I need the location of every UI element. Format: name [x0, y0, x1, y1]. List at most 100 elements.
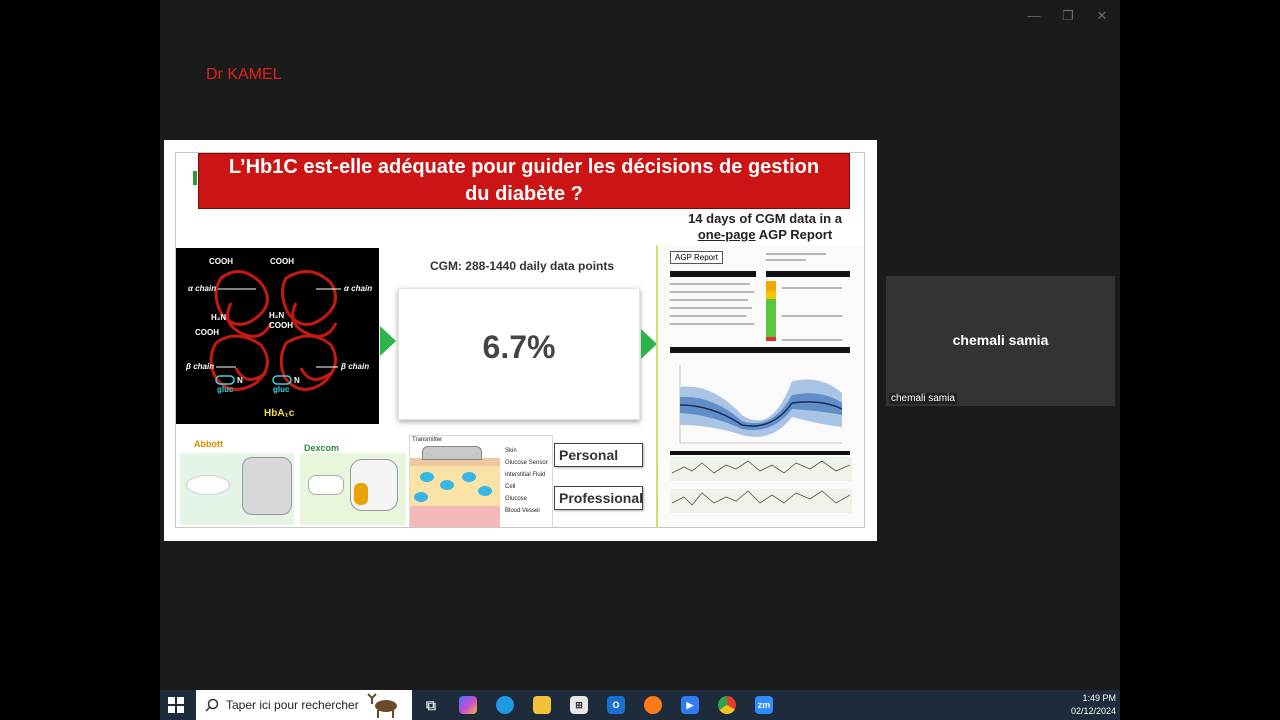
hba-label-n-right: N — [294, 376, 300, 385]
agp-caption-underlined: one-page — [697, 227, 756, 242]
diagram-cell — [462, 472, 476, 482]
personal-box: Personal — [554, 443, 643, 467]
chrome-icon[interactable] — [718, 696, 736, 714]
clock-time: 1:49 PM — [1082, 693, 1116, 703]
store-icon[interactable]: ⊞ — [570, 696, 588, 714]
firefox-icon[interactable] — [644, 696, 662, 714]
agp-text-line — [782, 287, 842, 289]
agp-report-title: AGP Report — [670, 251, 723, 264]
diagram-label-vessel: Blood Vessel — [505, 508, 540, 514]
taskbar-search-box[interactable]: Taper ici pour rechercher — [196, 690, 412, 720]
agp-section-header — [670, 451, 850, 455]
diagram-transmitter — [422, 446, 482, 460]
hba-label-beta-left: β chain — [186, 362, 215, 371]
shared-slide: L’Hb1C est-elle adéquate pour guider les… — [164, 140, 877, 541]
diagram-cell — [414, 492, 428, 502]
arrow-right-icon — [641, 329, 657, 359]
agp-text-line — [670, 299, 748, 301]
hba-label-h2n-left: H₂N — [211, 313, 227, 322]
agp-text-line — [782, 339, 842, 341]
hba-label-gluc-right: gluc — [273, 385, 290, 394]
brand-abbott: Abbott — [194, 439, 223, 449]
search-placeholder: Taper ici pour rechercher — [226, 698, 359, 712]
windows-start-icon[interactable] — [168, 697, 184, 713]
outlook-icon[interactable]: O — [607, 696, 625, 714]
hba-label-cooh-mid-left: COOH — [195, 328, 219, 337]
hba-label-beta-right: β chain — [341, 362, 370, 371]
zoom-icon[interactable]: zm — [755, 696, 773, 714]
diagram-label-transmitter: Transmitter — [412, 437, 443, 443]
hba-label-cooh-left: COOH — [209, 257, 233, 266]
agp-text-line — [766, 259, 806, 261]
diagram-cell — [478, 486, 492, 496]
agp-daily-profiles — [670, 457, 852, 513]
agp-text-line — [670, 323, 754, 325]
hba-label-name: HbA₁c — [264, 408, 295, 419]
diagram-blood-layer — [410, 506, 500, 527]
copilot-icon[interactable] — [459, 696, 477, 714]
agp-section-header — [766, 271, 850, 277]
agp-profile-chart — [679, 365, 843, 444]
abbott-device-photo — [180, 453, 294, 525]
agp-report-thumbnail: AGP Report — [656, 245, 864, 527]
agp-range-low — [766, 337, 776, 341]
agp-text-line — [670, 307, 752, 309]
hba-label-cooh-right: COOH — [270, 257, 294, 266]
hba-label-n-left: N — [237, 376, 243, 385]
slide-accent-mark — [193, 171, 197, 185]
agp-caption-rest: AGP Report — [755, 227, 833, 242]
agp-caption-line2: one-page AGP Report — [672, 227, 858, 243]
diagram-cell — [420, 472, 434, 482]
sensor-transmitter — [308, 475, 344, 495]
participant-name: chemali samia — [952, 332, 1049, 348]
slide-content: L’Hb1C est-elle adéquate pour guider les… — [175, 152, 865, 528]
agp-text-line — [782, 315, 842, 317]
presenter-name: Dr KAMEL — [206, 66, 282, 83]
close-icon[interactable]: ✕ — [1092, 6, 1112, 26]
sensor-patch — [186, 475, 230, 495]
diagram-label-skin: Skin — [505, 448, 517, 454]
agp-text-line — [670, 315, 746, 317]
diagram-label-glucose: Glucose — [505, 496, 528, 502]
task-view-icon[interactable]: ⧉ — [422, 696, 440, 714]
agp-section-header — [670, 347, 850, 353]
hba-label-gluc-left: gluc — [217, 385, 234, 394]
windows-taskbar: Taper ici pour rechercher ⧉ ⊞ O ▶ zm 1:4… — [160, 690, 1120, 720]
agp-text-line — [670, 283, 750, 285]
hba-label-h2n-mid: H₂N — [269, 311, 285, 320]
agp-text-line — [766, 253, 826, 255]
cgm-label: CGM: 288-1440 daily data points — [429, 259, 615, 273]
hemoglobin-illustration: COOH COOH α chain α chain H₂N H₂N COOH C… — [176, 248, 379, 424]
hba-label-alpha-right: α chain — [344, 284, 373, 293]
agp-text-line — [670, 291, 754, 293]
diagram-label-sensor: Glucose Sensor — [505, 460, 548, 466]
cgm-value-box: 6.7% — [398, 288, 640, 420]
clock-date: 02/12/2024 — [1070, 706, 1116, 716]
slide-title: L’Hb1C est-elle adéquate pour guider les… — [198, 153, 850, 209]
diagram-cell — [440, 480, 454, 490]
search-icon — [205, 698, 219, 712]
hba-label-alpha-left: α chain — [188, 284, 217, 293]
slide-title-line1: L’Hb1C est-elle adéquate pour guider les… — [228, 156, 820, 178]
cgm-sensor-diagram: Transmitter Skin Glucose Sensor Intersti… — [409, 435, 553, 527]
agp-range-high — [766, 291, 776, 299]
camera-app-icon[interactable]: ▶ — [681, 696, 699, 714]
agp-caption-line1: 14 days of CGM data in a — [688, 211, 842, 226]
slide-title-line2: du diabète ? — [465, 183, 583, 205]
participant-video-tile[interactable]: chemali samia chemali samia — [886, 276, 1115, 406]
arrow-right-icon — [380, 326, 396, 356]
system-clock[interactable]: 1:49 PM 02/12/2024 — [1071, 692, 1116, 718]
applicator-button — [354, 483, 368, 505]
agp-range-target — [766, 299, 776, 337]
sensor-applicator — [242, 457, 292, 515]
minimize-icon[interactable]: — — [1024, 6, 1044, 26]
agp-caption: 14 days of CGM data in a one-page AGP Re… — [672, 211, 858, 243]
restore-icon[interactable]: ❐ — [1058, 6, 1078, 26]
agp-range-very-high — [766, 281, 776, 291]
professional-box: Professional — [554, 486, 643, 510]
file-explorer-icon[interactable] — [533, 696, 551, 714]
edge-icon[interactable] — [496, 696, 514, 714]
dexcom-device-photo — [300, 453, 406, 525]
participant-name-tag: chemali samia — [889, 393, 957, 404]
cgm-value: 6.7% — [482, 329, 556, 365]
